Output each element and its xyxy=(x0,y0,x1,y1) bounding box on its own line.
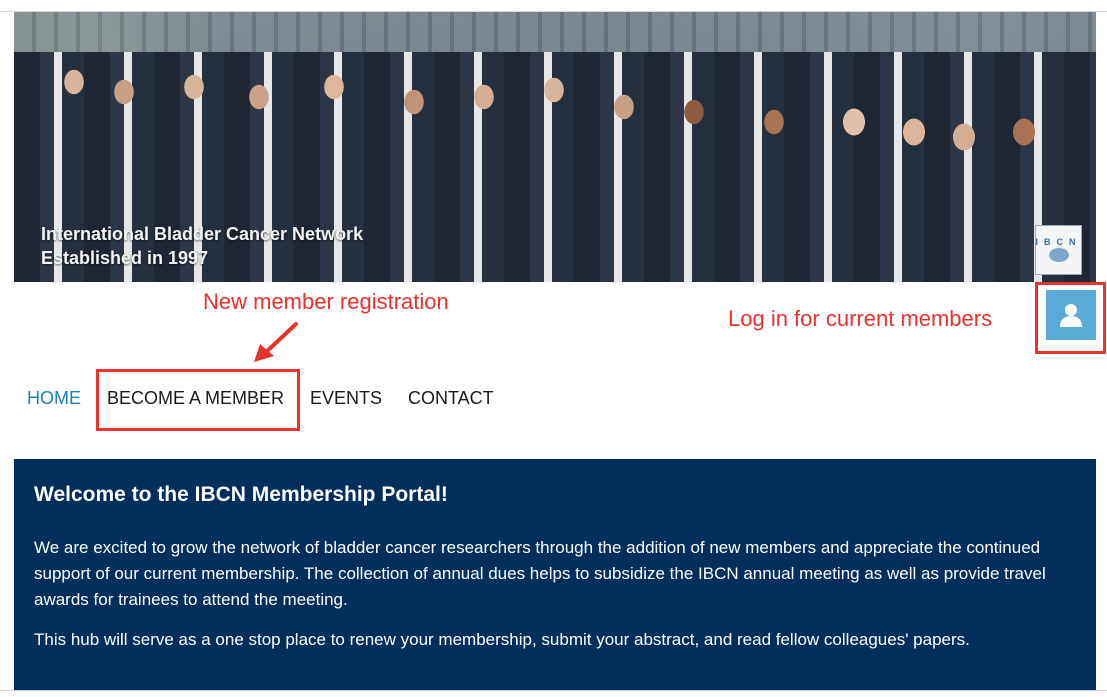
ibcn-logo-text: IBCN xyxy=(1035,237,1082,247)
hero-caption-title: International Bladder Cancer Network xyxy=(41,224,364,244)
globe-icon xyxy=(1048,248,1069,262)
annotation-login: Log in for current members xyxy=(728,306,993,331)
bottom-divider xyxy=(0,690,1107,697)
welcome-paragraph-2: This hub will serve as a one stop place … xyxy=(34,630,970,649)
annotation-arrow-icon xyxy=(254,322,298,362)
nav-events[interactable]: EVENTS xyxy=(310,388,382,409)
welcome-paragraph-1: We are excited to grow the network of bl… xyxy=(34,538,1046,609)
nav-home[interactable]: HOME xyxy=(27,388,81,409)
hero-banner: International Bladder Cancer Network Est… xyxy=(14,12,1096,282)
welcome-panel: Welcome to the IBCN Membership Portal! W… xyxy=(14,459,1096,690)
nav-contact[interactable]: CONTACT xyxy=(408,388,494,409)
hero-caption-subtitle: Established in 1997 xyxy=(41,248,209,268)
ibcn-logo: IBCN xyxy=(1035,225,1082,275)
welcome-title: Welcome to the IBCN Membership Portal! xyxy=(34,483,448,506)
login-button[interactable] xyxy=(1046,290,1096,340)
top-divider xyxy=(0,0,1107,12)
nav-become-member[interactable]: BECOME A MEMBER xyxy=(107,388,284,409)
annotation-new-member: New member registration xyxy=(203,289,449,314)
user-icon xyxy=(1060,304,1082,327)
hero-caption: International Bladder Cancer Network Est… xyxy=(41,222,363,270)
